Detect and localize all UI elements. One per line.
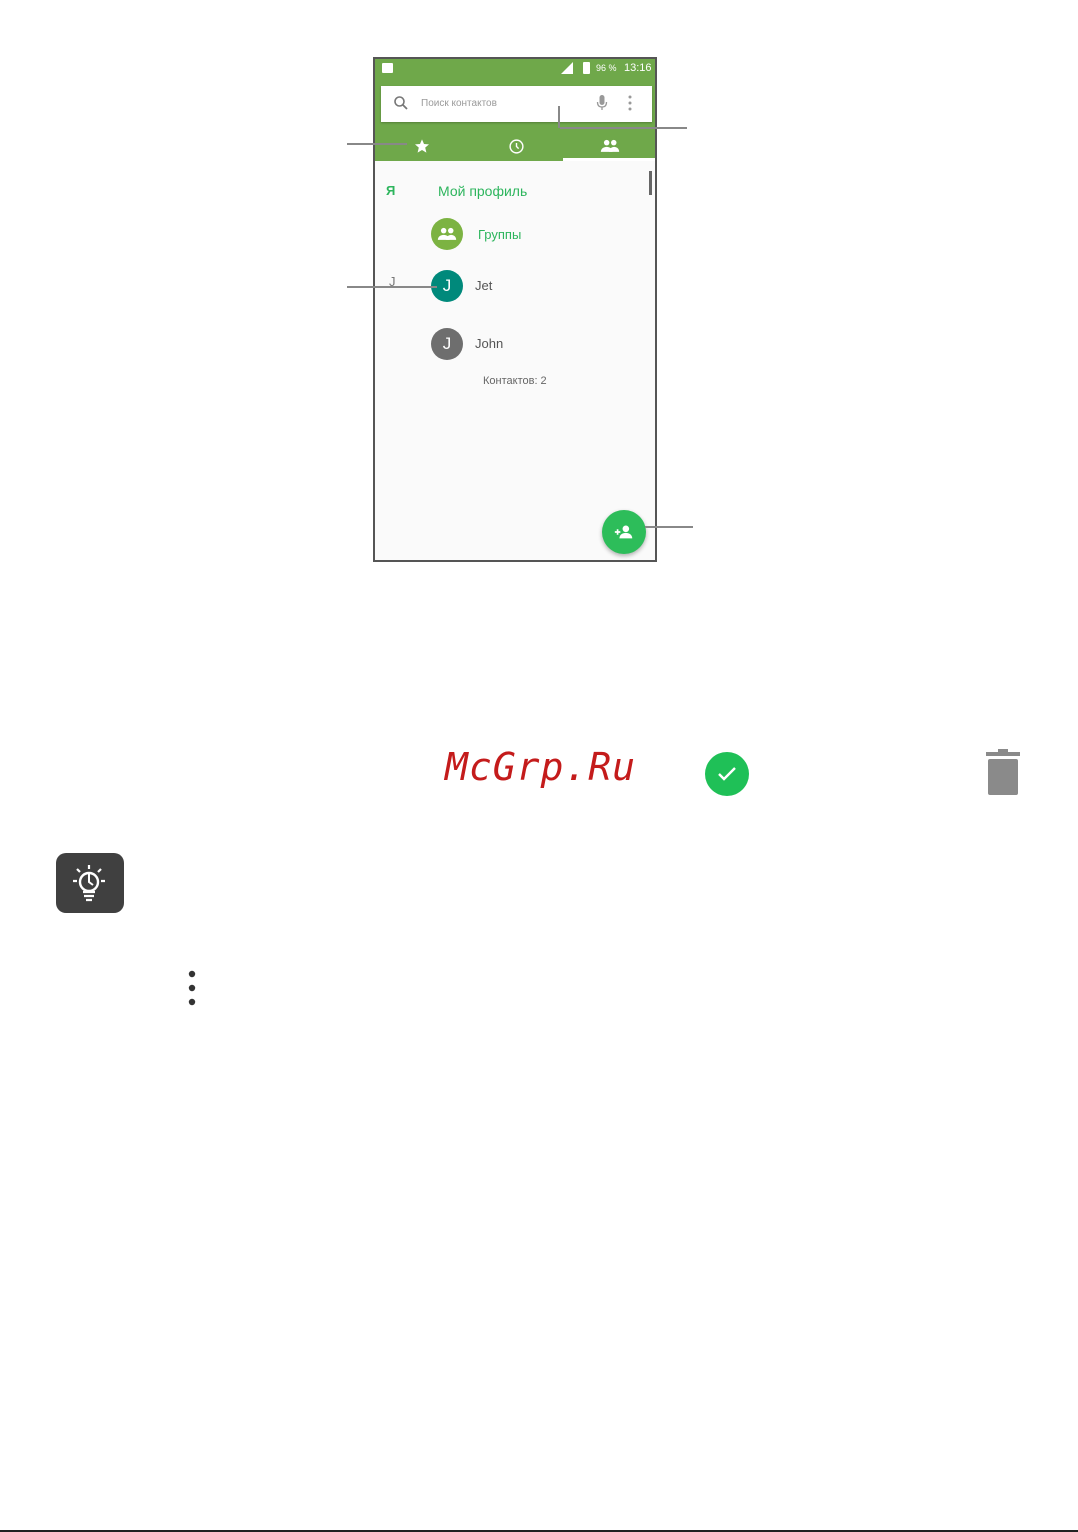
app-bar: Поиск контактов	[375, 79, 655, 161]
watermark-text: McGrp.Ru	[445, 745, 637, 789]
clock-icon	[508, 138, 524, 154]
add-contact-button[interactable]	[602, 510, 646, 554]
callout-line-tabs	[347, 143, 407, 145]
search-placeholder: Поиск контактов	[421, 98, 497, 109]
contact-name[interactable]: John	[475, 336, 503, 351]
status-bar: 96 % 13:16	[375, 59, 655, 79]
tab-recent[interactable]	[469, 131, 563, 161]
battery-icon	[583, 62, 590, 74]
microphone-icon[interactable]	[596, 94, 608, 117]
clock-time: 13:16	[624, 62, 652, 74]
scrollbar[interactable]	[649, 171, 652, 195]
callout-line-contact	[347, 286, 437, 288]
trash-icon	[986, 749, 1020, 800]
people-icon	[600, 139, 620, 152]
search-icon	[393, 95, 409, 116]
groups-label[interactable]: Группы	[478, 227, 521, 242]
contact-avatar[interactable]: J	[431, 328, 463, 360]
contacts-count: Контактов: 2	[483, 375, 547, 387]
phone-screenshot: 96 % 13:16 Поиск контактов Я Мой профиль…	[373, 57, 657, 562]
tip-lightbulb-icon	[56, 853, 124, 913]
check-circle-icon	[705, 752, 749, 796]
tab-favorites[interactable]	[375, 131, 469, 161]
more-options-icon[interactable]	[628, 95, 632, 116]
my-profile-link[interactable]: Мой профиль	[438, 183, 527, 199]
add-contact-icon	[614, 525, 633, 539]
callout-line-search-vertical	[558, 106, 560, 128]
tab-contacts[interactable]	[563, 131, 655, 161]
star-icon	[415, 139, 429, 153]
search-bar[interactable]: Поиск контактов	[381, 86, 652, 122]
section-header-me: Я	[386, 183, 396, 198]
callout-line-search	[560, 127, 687, 129]
groups-icon	[437, 227, 457, 240]
callout-line-fab	[645, 526, 693, 528]
battery-percent: 96 %	[596, 63, 617, 73]
tab-bar	[375, 131, 655, 161]
more-vert-icon	[186, 970, 198, 1011]
signal-icon	[561, 62, 573, 74]
groups-avatar[interactable]	[431, 218, 463, 250]
image-notification-icon	[382, 63, 393, 73]
contact-name[interactable]: Jet	[475, 278, 492, 293]
